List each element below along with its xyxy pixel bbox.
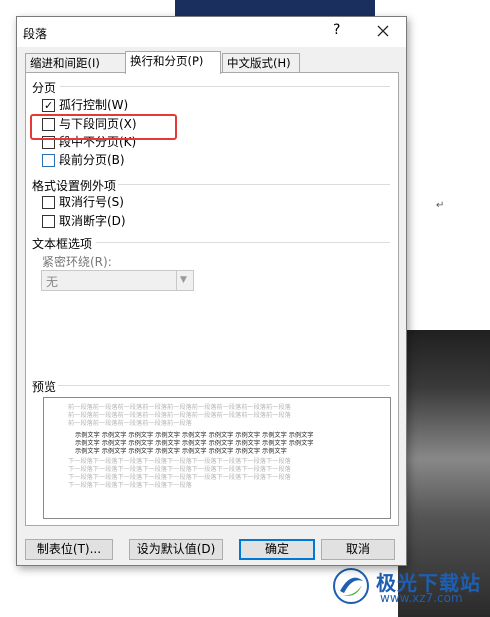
pagination-section: 分页 <box>32 79 56 96</box>
preview-after-line: 下一段落下一段落下一段落下一段落下一段落 <box>68 482 192 489</box>
suppress-line-numbers-checkbox[interactable] <box>42 196 55 209</box>
help-button[interactable]: ? <box>333 22 340 38</box>
title-bar: 段落 ? <box>17 17 406 47</box>
cancel-button[interactable]: 取消 <box>321 539 395 560</box>
preview-after-line: 下一段落下一段落下一段落下一段落下一段落下一段落下一段落下一段落下一段落 <box>68 466 291 473</box>
preview-sample-line: 示例文字 示例文字 示例文字 示例文字 示例文字 示例文字 示例文字 示例文字 <box>75 448 287 455</box>
preview-before-line: 前一段落前一段落前一段落前一段落前一段落 <box>68 420 192 427</box>
preview-sample-line: 示例文字 示例文字 示例文字 示例文字 示例文字 示例文字 示例文字 示例文字 … <box>75 440 314 447</box>
preview-box: 前一段落前一段落前一段落前一段落前一段落前一段落前一段落前一段落前一段落 前一段… <box>43 397 391 519</box>
close-icon[interactable] <box>373 21 393 41</box>
watermark: 极光下载站 www.xz7.com <box>332 563 482 609</box>
preview-after-line: 下一段落下一段落下一段落下一段落下一段落下一段落下一段落下一段落下一段落 <box>68 474 291 481</box>
set-default-button[interactable]: 设为默认值(D) <box>129 539 223 560</box>
tight-wrap-label: 紧密环绕(R): <box>42 255 112 269</box>
dialog-title: 段落 <box>23 27 48 41</box>
suppress-line-numbers-label: 取消行号(S) <box>59 195 124 209</box>
pagination-heading: 分页 <box>32 81 57 95</box>
ok-button[interactable]: 确定 <box>239 539 315 560</box>
textbox-options-heading: 文本框选项 <box>32 237 93 251</box>
widow-control-checkbox[interactable]: ✓ <box>42 99 55 112</box>
textbox-options-section: 文本框选项 <box>32 235 92 252</box>
tight-wrap-dropdown[interactable]: 无 ▼ <box>41 270 194 291</box>
preview-heading: 预览 <box>32 380 57 394</box>
tabs-button[interactable]: 制表位(T)... <box>25 539 113 560</box>
paragraph-mark: ↵ <box>436 200 445 211</box>
chevron-down-icon: ▼ <box>180 275 187 285</box>
tight-wrap-value: 无 <box>46 275 59 289</box>
tab-asian-typography[interactable]: 中文版式(H) <box>222 53 300 73</box>
checkmark-icon: ✓ <box>44 99 54 112</box>
paragraph-dialog: 段落 ? 缩进和间距(I) 换行和分页(P) 中文版式(H) 分页 ✓ 孤行控制… <box>16 16 407 566</box>
preview-sample-line: 示例文字 示例文字 示例文字 示例文字 示例文字 示例文字 示例文字 示例文字 … <box>75 432 314 439</box>
preview-before-line: 前一段落前一段落前一段落前一段落前一段落前一段落前一段落前一段落前一段落 <box>68 412 291 419</box>
preview-before-line: 前一段落前一段落前一段落前一段落前一段落前一段落前一段落前一段落前一段落 <box>68 404 291 411</box>
highlight-box <box>30 114 177 140</box>
dropdown-arrow[interactable]: ▼ <box>176 271 193 290</box>
dont-hyphenate-checkbox[interactable] <box>42 215 55 228</box>
widow-control-label: 孤行控制(W) <box>59 98 129 112</box>
preview-section: 预览 <box>32 378 56 395</box>
formatting-exceptions-section: 格式设置例外项 <box>32 177 116 194</box>
page-break-before-checkbox[interactable] <box>42 154 55 167</box>
watermark-url: www.xz7.com <box>380 591 463 605</box>
dont-hyphenate-label: 取消断字(D) <box>59 214 126 228</box>
formatting-exceptions-heading: 格式设置例外项 <box>32 179 117 193</box>
watermark-logo-icon <box>333 568 369 604</box>
tab-line-page-breaks[interactable]: 换行和分页(P) <box>125 51 221 74</box>
tab-indents-spacing[interactable]: 缩进和间距(I) <box>25 53 127 73</box>
page-break-before-label: 段前分页(B) <box>59 153 125 167</box>
preview-after-line: 下一段落下一段落下一段落下一段落下一段落下一段落下一段落下一段落下一段落 <box>68 458 291 465</box>
